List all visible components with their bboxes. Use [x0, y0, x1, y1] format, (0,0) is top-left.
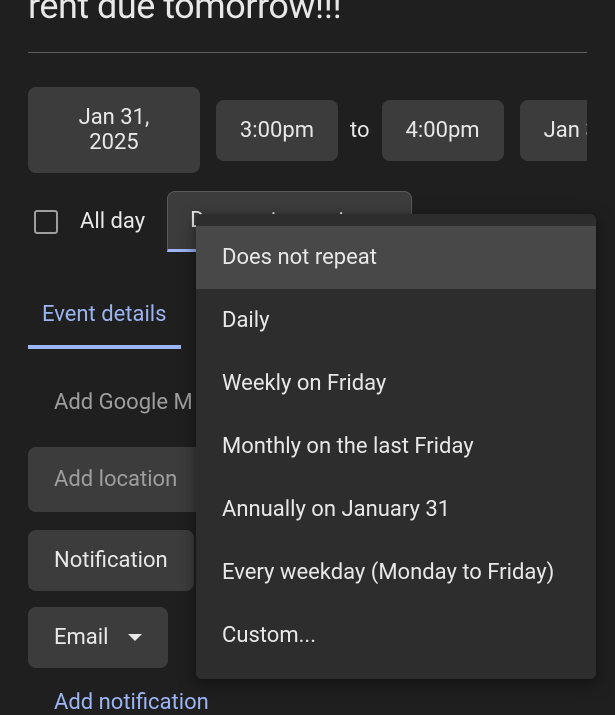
add-notification-button[interactable]: Add notification	[0, 690, 615, 715]
to-label: to	[350, 118, 370, 143]
repeat-option-custom[interactable]: Custom...	[196, 604, 596, 667]
notification-type-label: Notification	[54, 548, 168, 573]
end-date-chip[interactable]: Jan 31, 2025	[520, 100, 587, 161]
datetime-row: Jan 31, 2025 3:00pm to 4:00pm Jan 31, 20…	[0, 87, 615, 173]
title-divider	[28, 52, 587, 53]
allday-checkbox[interactable]	[34, 210, 58, 234]
start-date-chip[interactable]: Jan 31, 2025	[28, 87, 200, 173]
notification-type-select[interactable]: Notification	[28, 530, 194, 591]
chevron-down-icon	[128, 634, 142, 641]
email-type-label: Email	[54, 625, 108, 650]
email-type-select[interactable]: Email	[28, 607, 168, 668]
repeat-option-daily[interactable]: Daily	[196, 289, 596, 352]
repeat-dropdown: Does not repeat Daily Weekly on Friday M…	[196, 214, 596, 679]
repeat-option-every-weekday[interactable]: Every weekday (Monday to Friday)	[196, 541, 596, 604]
end-time-chip[interactable]: 4:00pm	[382, 100, 504, 161]
start-time-chip[interactable]: 3:00pm	[216, 100, 338, 161]
event-title[interactable]: rent due tomorrow!!!	[0, 0, 615, 27]
repeat-option-does-not-repeat[interactable]: Does not repeat	[196, 226, 596, 289]
repeat-option-weekly[interactable]: Weekly on Friday	[196, 352, 596, 415]
tab-event-details[interactable]: Event details	[28, 302, 181, 349]
repeat-option-monthly[interactable]: Monthly on the last Friday	[196, 415, 596, 478]
allday-label: All day	[80, 209, 145, 234]
repeat-option-annually[interactable]: Annually on January 31	[196, 478, 596, 541]
